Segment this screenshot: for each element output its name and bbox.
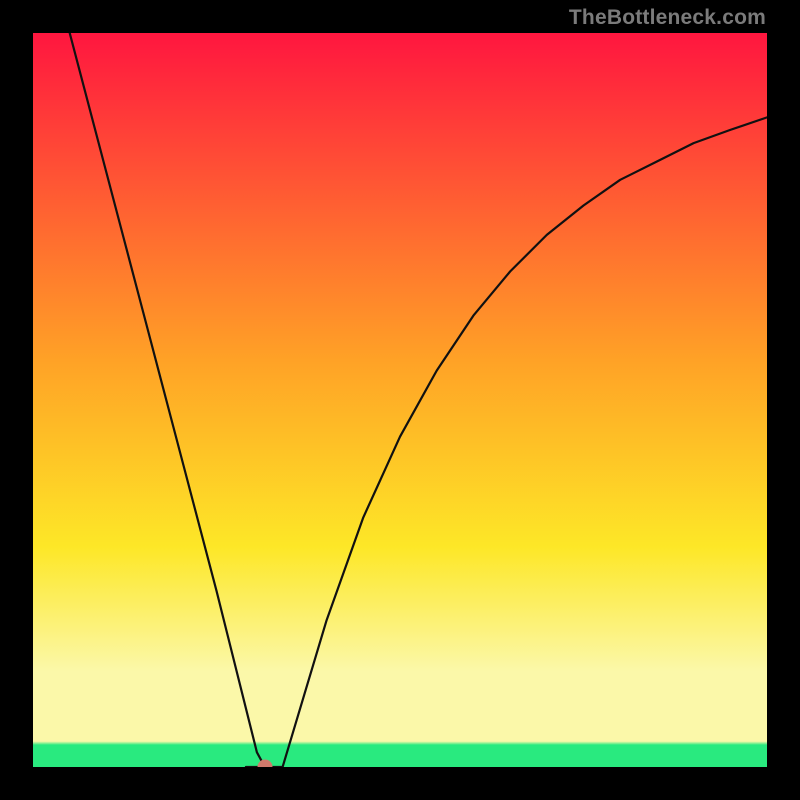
chart-frame: TheBottleneck.com <box>0 0 800 800</box>
watermark-text: TheBottleneck.com <box>569 6 766 30</box>
bottleneck-curve <box>70 33 767 767</box>
curve-svg <box>33 33 767 767</box>
plot-area <box>33 33 767 767</box>
